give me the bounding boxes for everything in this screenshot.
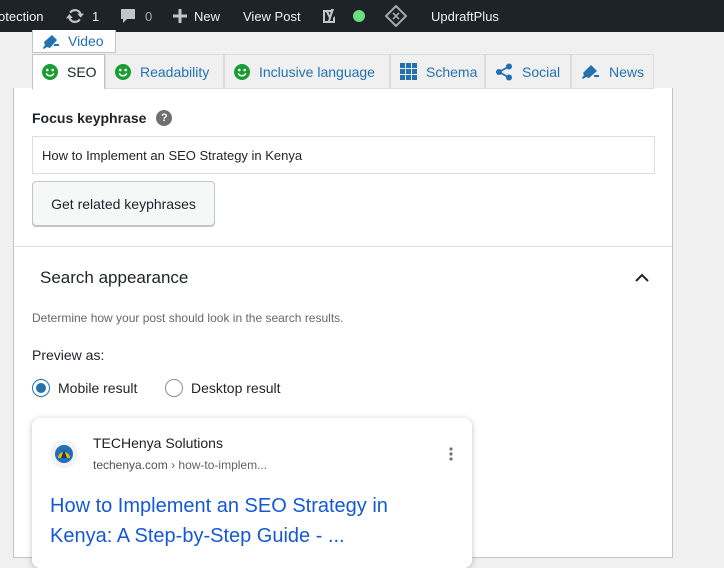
admin-bar-plugin[interactable] [385, 0, 407, 32]
new-label: New [194, 8, 221, 24]
site-domain: techenya.com [93, 458, 168, 472]
chevron-up-icon[interactable] [632, 268, 652, 288]
diamond-icon [385, 5, 407, 27]
search-appearance-description: Determine how your post should look in t… [32, 311, 344, 325]
tab-inclusive-label: Inclusive language [259, 63, 375, 80]
comment-icon [119, 7, 137, 25]
smiley-good-icon [115, 63, 131, 80]
smiley-good-icon [42, 64, 58, 80]
admin-bar-view-post[interactable]: View Post [243, 0, 301, 32]
help-icon[interactable]: ? [156, 110, 173, 126]
admin-bar-new[interactable]: New [172, 0, 220, 32]
seo-status-dot [353, 10, 365, 22]
tab-news[interactable]: News [571, 54, 654, 89]
megaphone-icon [581, 63, 600, 80]
tab-video[interactable]: Video [32, 30, 116, 53]
serp-title-link[interactable]: How to Implement an SEO Strategy in Keny… [50, 491, 450, 551]
site-name: TECHenya Solutions [93, 435, 223, 451]
tab-seo[interactable]: SEO [32, 54, 105, 90]
tab-readability[interactable]: Readability [105, 54, 224, 89]
more-options-icon[interactable] [446, 446, 456, 462]
updraftplus-label: UpdraftPlus [431, 8, 499, 24]
desktop-result-label: Desktop result [191, 380, 281, 396]
get-related-keyphrases-button[interactable]: Get related keyphrases [32, 181, 215, 226]
site-url: techenya.com › how-to-implem... [93, 458, 267, 472]
comments-count: 0 [145, 8, 153, 24]
focus-keyphrase-label: Focus keyphrase ? [32, 110, 173, 126]
admin-bar-updraftplus[interactable]: UpdraftPlus [431, 0, 499, 32]
tab-social-label: Social [522, 63, 561, 80]
desktop-result-radio[interactable]: Desktop result [165, 379, 280, 397]
admin-bar-updates[interactable]: 1 [64, 0, 99, 32]
mobile-result-label: Mobile result [58, 380, 138, 396]
tab-schema-label: Schema [426, 63, 478, 80]
tab-seo-label: SEO [67, 64, 97, 80]
grid-icon [400, 63, 417, 80]
view-post-label: View Post [243, 8, 301, 24]
tab-inclusive-language[interactable]: Inclusive language [224, 54, 390, 89]
preview-as-label: Preview as: [32, 347, 105, 363]
tab-social[interactable]: Social [485, 54, 571, 89]
updates-count: 1 [92, 8, 100, 24]
mobile-result-radio[interactable]: Mobile result [32, 379, 137, 397]
site-favicon-icon [50, 440, 78, 468]
plus-icon [172, 8, 188, 24]
site-path: › how-to-implem... [171, 458, 268, 472]
megaphone-icon [42, 33, 60, 49]
yoast-icon [320, 6, 340, 26]
share-icon [495, 63, 513, 81]
admin-bar-yoast[interactable] [320, 0, 365, 32]
section-divider [14, 246, 672, 247]
focus-keyphrase-text: Focus keyphrase [32, 110, 147, 126]
radio-unselected-icon[interactable] [165, 379, 183, 397]
tab-video-label: Video [68, 33, 104, 49]
admin-bar-comments[interactable]: 0 [119, 0, 152, 32]
search-appearance-title[interactable]: Search appearance [40, 268, 188, 288]
tab-news-label: News [609, 63, 645, 80]
admin-bar-item-protection[interactable]: otection [0, 0, 44, 32]
serp-preview-card: TECHenya Solutions techenya.com › how-to… [32, 418, 472, 568]
admin-bar-protection-label: otection [0, 8, 44, 24]
refresh-icon [64, 6, 86, 26]
tab-schema[interactable]: Schema [390, 54, 485, 89]
radio-selected-icon[interactable] [32, 379, 50, 397]
tab-readability-label: Readability [140, 63, 210, 80]
smiley-good-icon [234, 63, 250, 80]
focus-keyphrase-input[interactable] [32, 136, 655, 174]
admin-bar: otection 1 0 New View Post UpdraftPlus [0, 0, 724, 32]
